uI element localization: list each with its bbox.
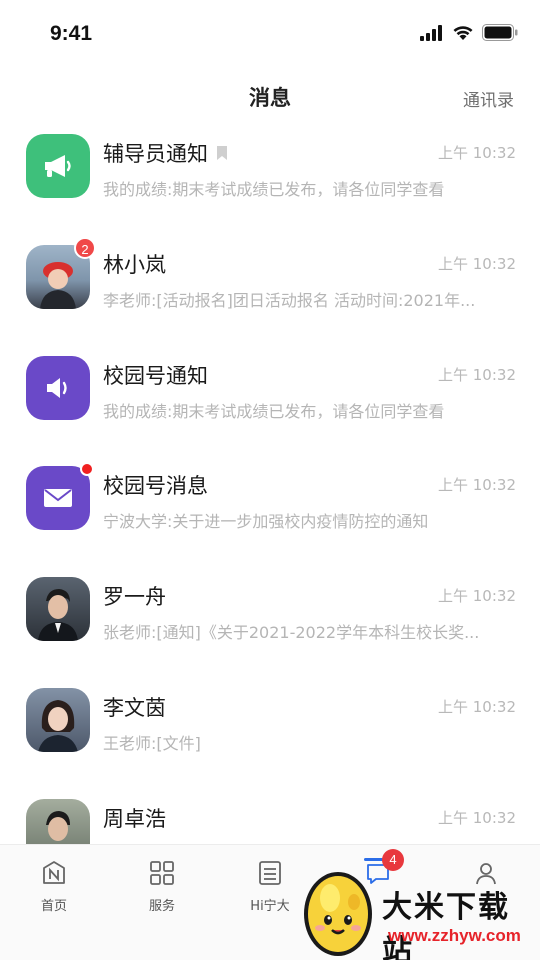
chat-time: 上午 10:32 [438,476,516,495]
status-bar: 9:41 [0,0,540,66]
chat-name: 校园号通知 [103,360,208,390]
avatar [26,462,94,531]
person-photo-icon [38,699,78,752]
chat-time: 上午 10:32 [438,144,516,162]
chat-time: 上午 10:32 [438,697,516,716]
chat-name-text: 辅导员通知 [103,142,208,166]
megaphone-icon [45,155,71,177]
chat-list: 辅导员通知 上午 10:32 我的成绩:期末考试成绩已发布，请各位同学查看 2 … [0,110,540,844]
tab-services[interactable]: 服务 [108,845,216,925]
battery-icon [482,24,518,41]
chat-name-text: 李文茵 [103,695,166,720]
avatar [26,355,90,420]
chat-name: 罗一舟 [103,581,166,611]
chat-preview: 李老师:[活动报名]团日活动报名 活动时间:2021年... [103,290,476,310]
chat-preview: 我的成绩:期末考试成绩已发布，请各位同学查看 [103,180,445,199]
chat-name-text: 林小岚 [103,252,166,277]
mail-icon [44,489,72,508]
chat-item-luo-yizhou[interactable]: 罗一舟 上午 10:32 张老师:[通知]《关于2021-2022学年本科生校长… [0,553,540,664]
person-photo-icon [46,810,70,841]
contacts-link[interactable]: 通讯录 [463,86,514,111]
chat-preview: 张老师:[通知]《关于2021-2022学年本科生校长奖... [103,623,480,643]
tab-home[interactable]: 首页 [0,845,108,925]
watermark: 大米下载站 www.zzhyw.com [296,862,540,960]
list-icon [259,861,281,885]
chat-name: 周卓浩 [103,803,166,833]
avatar [26,577,90,642]
chat-item-zhou-zhuohao[interactable]: 周卓浩 上午 10:32 [0,775,540,844]
grid-icon [150,861,174,885]
chat-name: 林小岚 [103,249,166,279]
person-photo-icon [38,589,78,642]
unread-dot [80,462,94,477]
status-icons [420,24,518,41]
tab-label: 首页 [40,899,67,914]
tab-label: 服务 [148,899,175,914]
status-time: 9:41 [50,22,93,45]
wifi-icon [453,25,473,40]
chat-item-campus-notice[interactable]: 校园号通知 上午 10:32 我的成绩:期末考试成绩已发布，请各位同学查看 [0,332,540,443]
avatar [26,134,90,198]
chat-name: 李文茵 [103,692,166,722]
mascot-logo [304,872,372,956]
speaker-icon [47,377,67,398]
unread-badge: 2 [74,236,96,259]
chat-time: 上午 10:32 [438,254,516,273]
chat-preview: 王老师:[文件] [103,733,201,753]
watermark-text: 大米下载站 [382,890,510,960]
chat-name-text: 校园号消息 [103,474,208,499]
chat-name-text: 校园号通知 [103,363,208,388]
avatar [26,798,90,844]
avatar [26,687,90,752]
chat-name-text: 周卓浩 [103,806,166,831]
bookmark-icon [217,146,227,160]
signal-icon [420,24,442,41]
chat-time: 上午 10:32 [438,587,516,606]
chat-name-text: 罗一舟 [103,585,166,610]
chat-item-lin-xiaolan[interactable]: 2 林小岚 上午 10:32 李老师:[活动报名]团日活动报名 活动时间:202… [0,221,540,332]
page-title: 消息 [249,86,291,110]
chat-name: 辅导员通知 [103,138,228,168]
chat-time: 上午 10:32 [438,808,516,827]
chat-name: 校园号消息 [103,470,208,500]
chat-preview: 我的成绩:期末考试成绩已发布，请各位同学查看 [103,401,445,421]
chat-time: 上午 10:32 [438,365,516,384]
watermark-url: www.zzhyw.com [388,926,521,945]
home-icon [43,861,65,884]
chat-item-li-wenyin[interactable]: 李文茵 上午 10:32 王老师:[文件] [0,664,540,775]
chat-item-counselor-notice[interactable]: 辅导员通知 上午 10:32 我的成绩:期末考试成绩已发布，请各位同学查看 [0,110,540,221]
chat-item-campus-message[interactable]: 校园号消息 上午 10:32 宁波大学:关于进一步加强校内疫情防控的通知 [0,442,540,553]
chat-preview: 宁波大学:关于进一步加强校内疫情防控的通知 [103,512,429,532]
avatar: 2 [26,236,96,309]
